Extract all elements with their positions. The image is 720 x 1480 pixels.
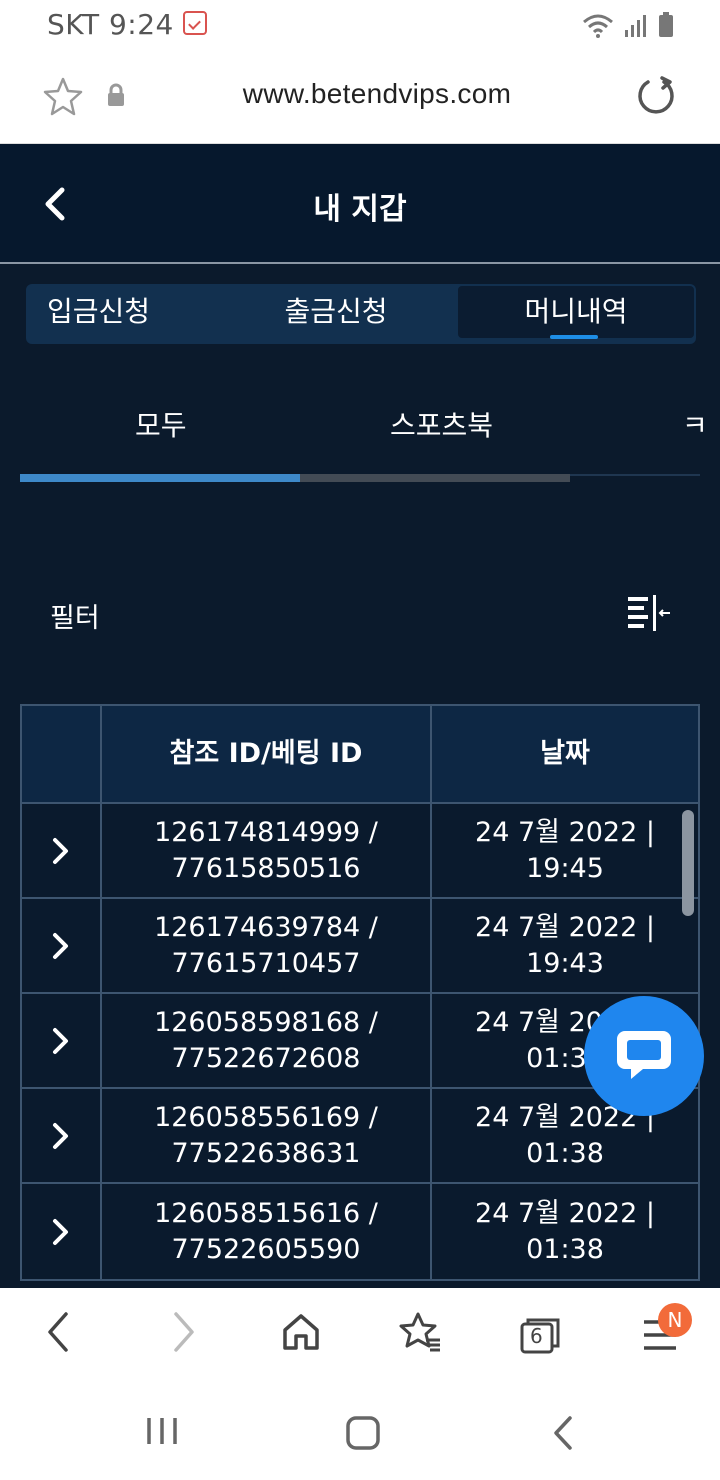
table-scrollbar[interactable] (682, 810, 694, 916)
ref-bet-id-cell: 126174639784 / 77615710457 (102, 899, 432, 992)
ref-id: 126174814999 / (154, 816, 378, 848)
tab-count: 6 (530, 1324, 543, 1348)
tab-money-history-label: 머니내역 (524, 295, 628, 328)
battery-icon (659, 12, 673, 37)
subtab-active-indicator (20, 474, 300, 482)
signal-icon (625, 15, 646, 37)
system-nav-bar (0, 1384, 720, 1480)
filter-label: 필터 (50, 603, 100, 634)
notification-badge: N (658, 1303, 692, 1337)
calendar-check-icon (183, 11, 207, 35)
header-ref-id: 참조 ID/베팅 ID (102, 706, 432, 802)
carrier-label: SKT (47, 8, 100, 41)
date-cell: 24 7월 2022 | 19:43 (432, 899, 698, 992)
subtab-sportsbook[interactable]: 스포츠북 (390, 404, 493, 444)
table-row[interactable]: 126174639784 / 77615710457 24 7월 2022 | 19… (22, 899, 698, 994)
recent-apps-icon[interactable] (145, 1414, 179, 1448)
status-bar: SKT 9:24 (0, 0, 720, 48)
table-row[interactable]: 126174814999 / 77615850516 24 7월 2022 | 19… (22, 804, 698, 899)
reload-icon[interactable] (636, 76, 676, 116)
ref-bet-id-cell: 126058515616 / 77522605590 (102, 1184, 432, 1279)
ref-bet-id-cell: 126058556169 / 77522638631 (102, 1089, 432, 1182)
header-expand-col (22, 706, 102, 802)
expand-chevron-icon[interactable] (22, 1184, 102, 1279)
tab-deposit[interactable]: 입금신청 (26, 284, 171, 344)
active-tab-indicator (550, 335, 598, 339)
ref-id: 126174639784 / (154, 911, 378, 943)
date: 24 7월 2022 | (475, 1197, 655, 1229)
bet-id: 77615850516 (171, 852, 361, 884)
ref-id: 126058556169 / (154, 1101, 378, 1133)
system-home-icon[interactable] (344, 1414, 382, 1452)
url-text[interactable]: www.betendvips.com (0, 78, 720, 110)
expand-chevron-icon[interactable] (22, 804, 102, 897)
table-row[interactable]: 126058515616 / 77522605590 24 7월 2022 | 01… (22, 1184, 698, 1279)
date: 24 7월 2022 | (475, 911, 655, 943)
ref-id: 126058598168 / (154, 1006, 378, 1038)
status-icons (582, 10, 674, 38)
header-date: 날짜 (540, 738, 590, 769)
money-history-table: 참조 ID/베팅 ID 날짜 126174814999 / 77615850516… (20, 704, 700, 1281)
time: 01:38 (526, 1233, 604, 1265)
chat-bubble-icon (617, 1031, 671, 1079)
clock: 9:24 (108, 8, 174, 41)
browser-back-icon[interactable] (44, 1310, 74, 1354)
status-carrier-time: SKT 9:24 (47, 8, 174, 41)
ref-bet-id-cell: 126174814999 / 77615850516 (102, 804, 432, 897)
subtab-partial[interactable]: ㅋ (682, 404, 708, 444)
bet-id: 77522672608 (171, 1042, 361, 1074)
bookmarks-icon[interactable] (398, 1310, 442, 1354)
date: 24 7월 2022 | (475, 816, 655, 848)
ref-id: 126058515616 / (154, 1197, 378, 1229)
history-subtabs: 모두 스포츠북 ㅋ (0, 384, 720, 484)
wifi-icon (583, 14, 613, 38)
browser-address-bar: www.betendvips.com (0, 48, 720, 144)
time: 19:45 (526, 852, 604, 884)
expand-chevron-icon[interactable] (22, 899, 102, 992)
bet-id: 77615710457 (171, 947, 361, 979)
table-row[interactable]: 126058556169 /77522638631 24 7월 2022 | 01… (22, 1089, 698, 1184)
tab-money-history[interactable]: 머니내역 (458, 286, 694, 339)
page-header: 내 지갑 (0, 144, 720, 264)
browser-toolbar: 6 (0, 1288, 720, 1384)
ref-bet-id-cell: 126058598168 / 77522672608 (102, 994, 432, 1087)
bet-id: 77522605590 (171, 1233, 361, 1265)
time: 01:38 (526, 1137, 604, 1169)
table-header-row: 참조 ID/베팅 ID 날짜 (22, 706, 698, 804)
expand-chevron-icon[interactable] (22, 1089, 102, 1182)
live-chat-button[interactable] (584, 996, 704, 1116)
filter-collapse-icon[interactable] (626, 594, 672, 634)
system-back-icon[interactable] (550, 1414, 576, 1452)
wallet-page: 내 지갑 입금신청 출금신청 머니내역 모두 스포츠북 ㅋ 필터 참조 ID/베… (0, 144, 720, 1288)
home-icon[interactable] (281, 1310, 321, 1354)
page-title: 내 지갑 (313, 192, 407, 227)
wallet-tabs: 입금신청 출금신청 머니내역 (26, 284, 696, 344)
tab-withdraw[interactable]: 출금신청 (226, 284, 446, 344)
subtab-all[interactable]: 모두 (135, 404, 187, 444)
date-cell: 24 7월 2022 | 01:38 (432, 1184, 698, 1279)
tabs-button[interactable]: 6 (520, 1318, 560, 1354)
date-cell: 24 7월 2022 | 19:45 (432, 804, 698, 897)
browser-forward-icon[interactable] (168, 1310, 198, 1354)
expand-chevron-icon[interactable] (22, 994, 102, 1087)
bet-id: 77522638631 (171, 1137, 361, 1169)
time: 19:43 (526, 947, 604, 979)
